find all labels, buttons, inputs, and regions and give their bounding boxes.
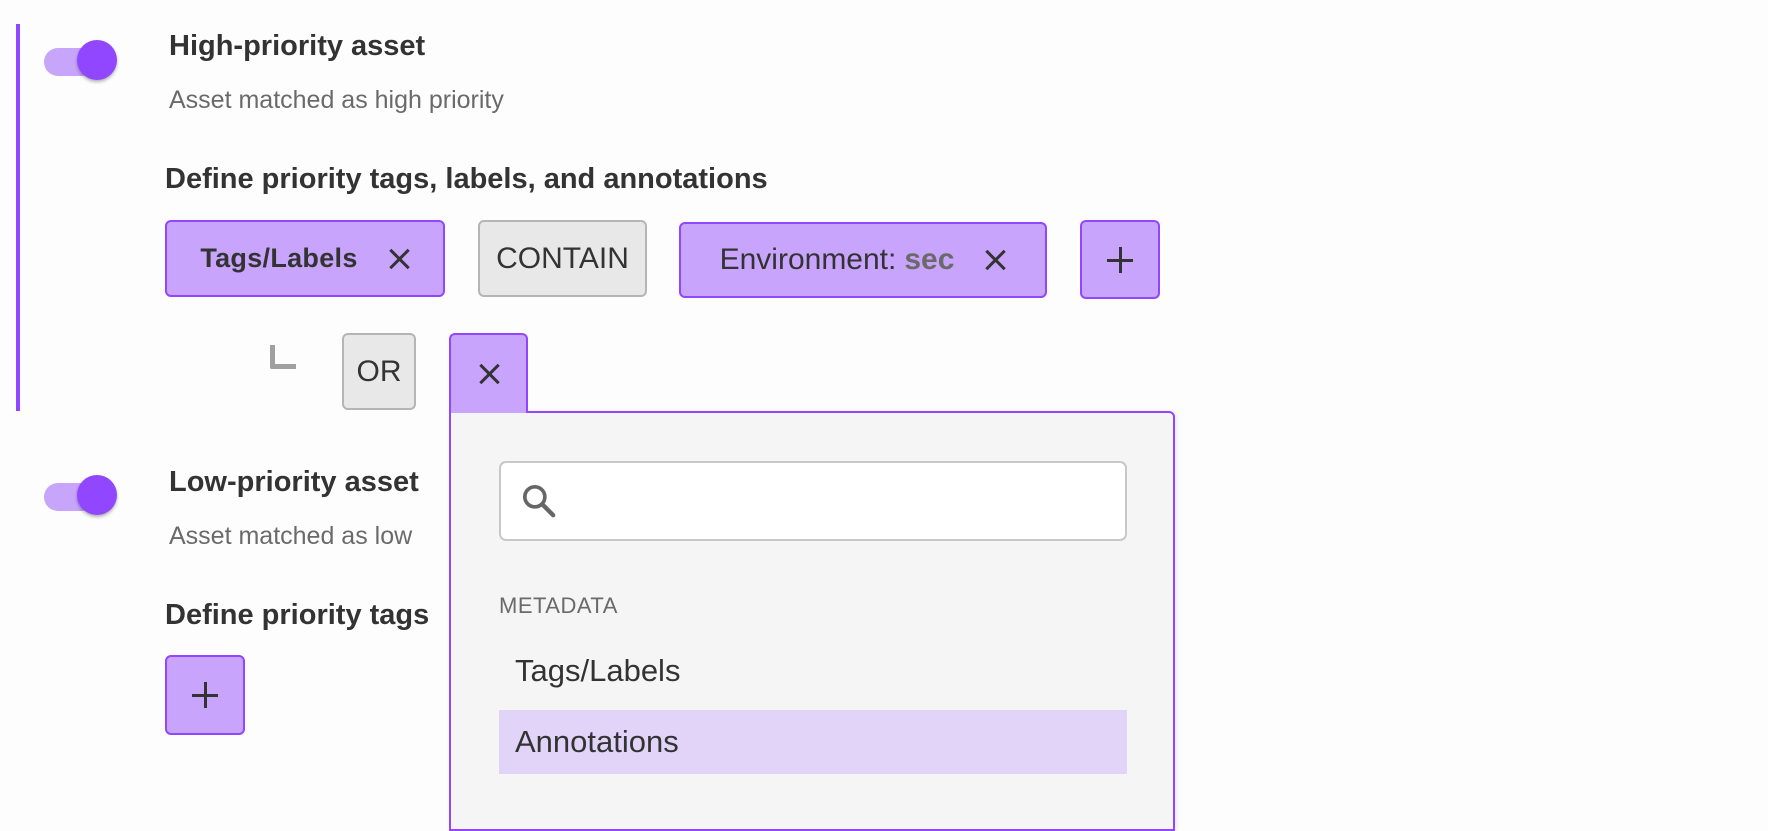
dropdown-option-annotations[interactable]: Annotations xyxy=(499,710,1127,774)
dropdown-option-tags-labels[interactable]: Tags/Labels xyxy=(499,639,1127,703)
low-priority-toggle[interactable] xyxy=(44,475,124,519)
close-icon xyxy=(478,363,500,385)
add-condition-button[interactable] xyxy=(1080,220,1160,299)
high-priority-toggle[interactable] xyxy=(44,40,124,84)
add-low-priority-condition-button[interactable] xyxy=(165,655,245,735)
high-priority-section-label: Define priority tags, labels, and annota… xyxy=(165,163,768,195)
dropdown-group-label: METADATA xyxy=(499,593,618,618)
close-new-condition-button[interactable] xyxy=(449,333,528,413)
field-select-dropdown: METADATA Tags/Labels Annotations xyxy=(449,411,1175,831)
value-chip-key: Environment: xyxy=(719,243,897,276)
low-priority-subtitle: Asset matched as low xyxy=(169,522,413,550)
high-priority-section-indicator xyxy=(16,24,20,411)
plus-icon xyxy=(192,682,218,708)
dropdown-search-field[interactable] xyxy=(499,461,1127,541)
high-priority-subtitle: Asset matched as high priority xyxy=(169,86,504,114)
low-priority-section-label: Define priority tags xyxy=(165,599,430,631)
toggle-thumb xyxy=(77,475,117,515)
field-chip-label: Tags/Labels xyxy=(200,243,358,273)
value-chip-value: sec xyxy=(904,243,955,276)
operator-contain-button[interactable]: CONTAIN xyxy=(478,220,647,297)
close-icon[interactable] xyxy=(388,248,410,270)
high-priority-title: High-priority asset xyxy=(169,30,426,62)
toggle-thumb xyxy=(77,40,117,80)
search-icon xyxy=(523,485,556,518)
close-icon[interactable] xyxy=(984,249,1006,271)
low-priority-title: Low-priority asset xyxy=(169,466,419,498)
plus-icon xyxy=(1107,246,1133,273)
or-operator-button[interactable]: OR xyxy=(342,333,416,410)
value-chip-environment[interactable]: Environment: sec xyxy=(679,222,1047,298)
dropdown-search-input[interactable] xyxy=(571,473,1115,531)
field-chip-tags-labels[interactable]: Tags/Labels xyxy=(165,220,445,297)
branch-connector-icon xyxy=(270,345,296,369)
